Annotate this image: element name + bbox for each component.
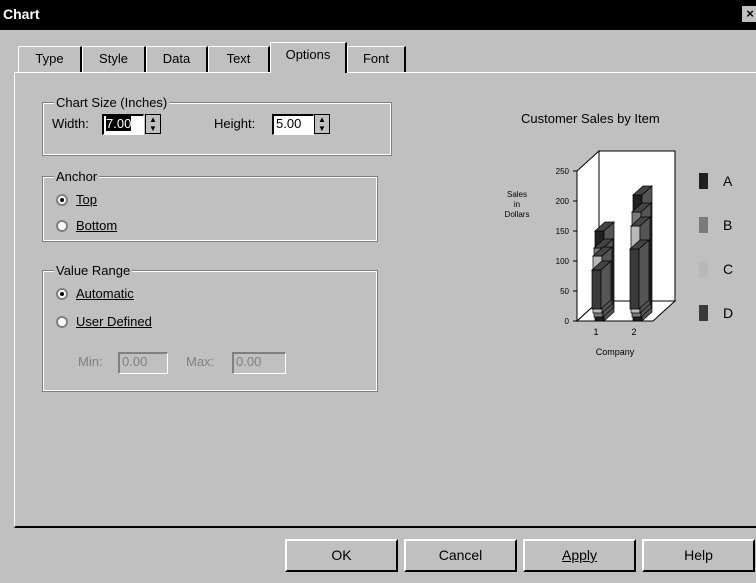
value-range-group-label: Value Range [54,263,133,278]
legend-label: C [723,261,733,277]
min-label: Min: [78,354,103,369]
anchor-top-radio[interactable] [56,194,68,206]
close-icon[interactable]: × [742,6,756,22]
anchor-bottom-label[interactable]: Bottom [76,218,117,233]
width-spinner[interactable]: ▲ ▼ [145,114,161,134]
y-axis-label: in [514,200,520,209]
anchor-group-label: Anchor [54,169,100,184]
legend-swatch [699,261,708,277]
y-tick-label: 0 [565,317,570,326]
max-field[interactable]: 0.00 [232,352,286,374]
bar [591,269,602,310]
min-field[interactable]: 0.00 [118,352,168,374]
legend-label: A [723,173,733,189]
x-axis-label: Company [596,347,635,357]
legend-swatch [699,305,708,321]
tab-options[interactable]: Options [270,42,347,73]
chart-preview: Customer Sales by Item 250 200 150 100 50 0 Sa… [455,93,745,373]
height-spinner[interactable]: ▲ ▼ [314,114,330,134]
width-label: Width: [52,116,89,131]
max-label: Max: [186,354,215,369]
y-tick-label: 50 [560,287,569,296]
bar [629,248,640,310]
user-defined-label[interactable]: User Defined [76,314,152,329]
chart-size-group: Chart Size (Inches) Width: 7.00 ▲ ▼ Heigh… [42,95,392,156]
help-button[interactable]: Help [642,539,755,572]
automatic-label[interactable]: Automatic [76,286,134,301]
width-field[interactable]: 7.00 [102,114,144,135]
automatic-radio[interactable] [56,288,68,300]
tab-font[interactable]: Font [347,46,406,72]
height-label: Height: [214,116,256,131]
tab-style[interactable]: Style [82,46,146,72]
tab-data[interactable]: Data [146,46,208,72]
x-tick-label: 1 [593,327,598,337]
chart-size-group-label: Chart Size (Inches) [54,95,170,110]
bar-chart: 250 200 150 100 50 0 SalesinDollars 1 2 Company A B… [505,149,733,357]
y-tick-label: 100 [556,257,570,266]
bar-side [638,239,650,310]
tab-text[interactable]: Text [208,46,270,72]
height-field[interactable]: 5.00 [272,114,314,135]
options-panel: Chart Size (Inches) Width: 7.00 ▲ ▼ Heigh… [14,72,756,528]
legend-label: D [723,305,733,321]
chart-dialog: Chart × Type Style Data Text Options Fon… [0,0,756,583]
anchor-group: Anchor Top Bottom [42,169,378,242]
apply-button[interactable]: Apply [523,539,636,572]
y-axis-label: Sales [507,190,527,199]
anchor-top-label[interactable]: Top [76,192,97,207]
value-range-group: Value Range Automatic User Defined Min: … [42,263,378,392]
y-tick-label: 150 [556,227,570,236]
y-tick-label: 200 [556,197,570,206]
title-bar: Chart × [0,0,756,30]
user-defined-radio[interactable] [56,316,68,328]
legend-swatch [699,173,708,189]
chart-title: Customer Sales by Item [521,111,660,126]
x-tick-label: 2 [631,327,636,337]
tab-type[interactable]: Type [18,46,82,72]
ok-button[interactable]: OK [285,539,398,572]
cancel-button[interactable]: Cancel [404,539,517,572]
legend-swatch [699,217,708,233]
window-title: Chart [3,6,40,22]
y-axis-label: Dollars [505,210,530,219]
y-tick-label: 250 [556,167,570,176]
legend-label: B [723,217,732,233]
anchor-bottom-radio[interactable] [56,220,68,232]
